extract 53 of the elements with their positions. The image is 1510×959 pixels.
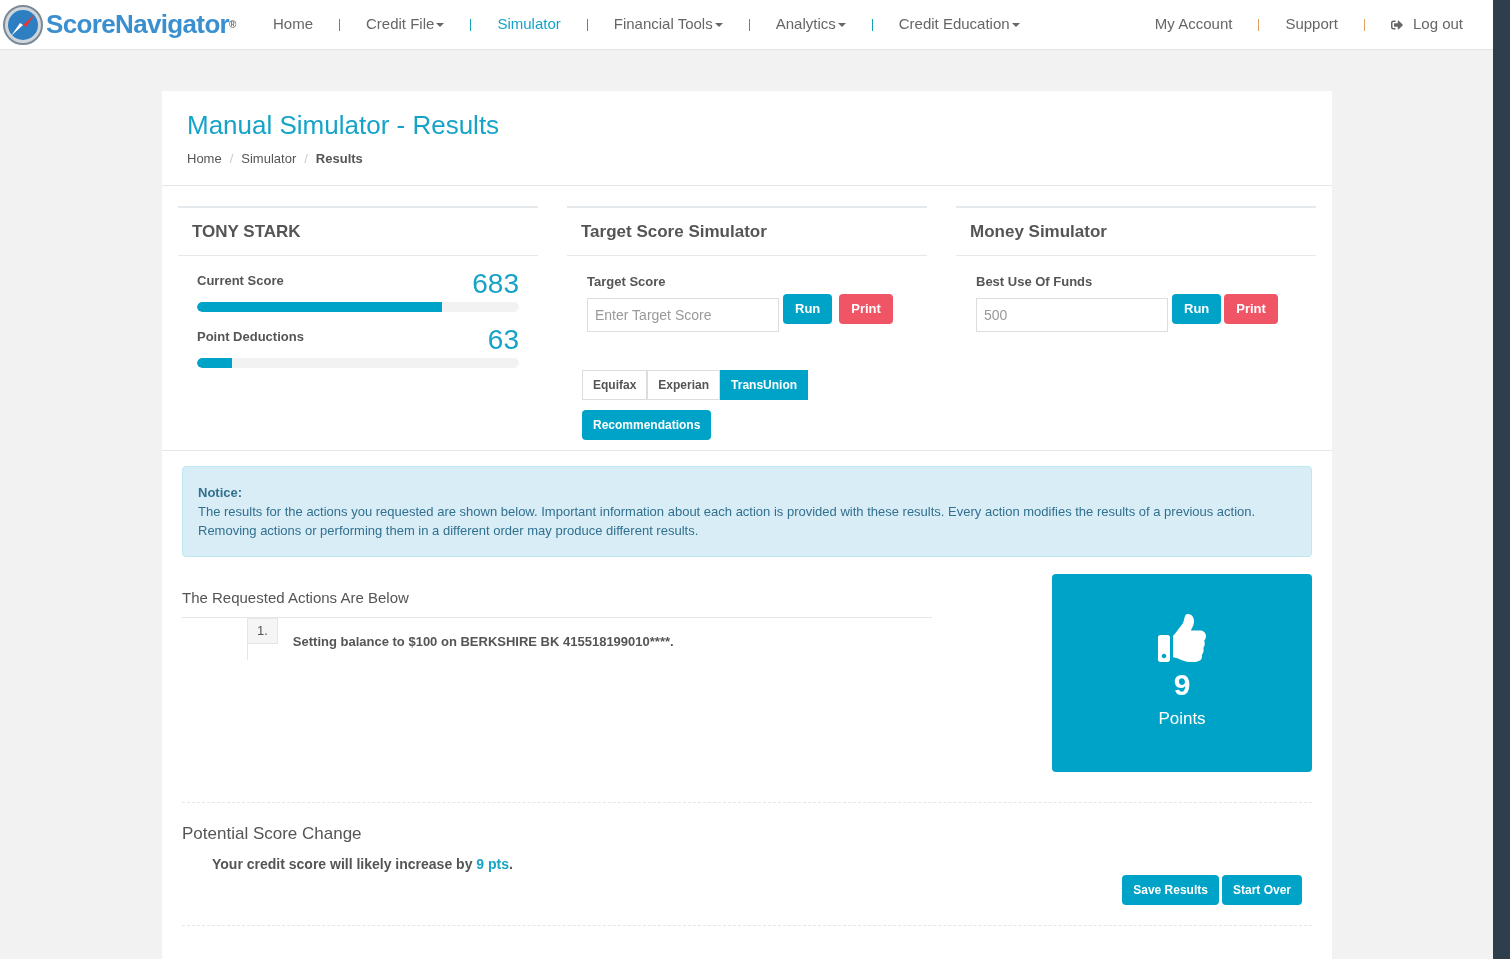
panel-title: TONY STARK: [192, 221, 301, 241]
panel-title: Target Score Simulator: [581, 221, 767, 241]
nav-link[interactable]: Credit File: [366, 13, 445, 36]
target-score-field[interactable]: Enter Target Score: [587, 297, 779, 332]
compass-icon: [3, 4, 43, 45]
caret-icon: [436, 22, 445, 27]
run-button[interactable]: Run: [783, 293, 833, 324]
logo-text: ScoreNavigator$^{®}$: [46, 8, 236, 41]
field-label: Target Score: [587, 273, 666, 291]
score-change-text: Your credit score will likely increase by 9 pts.: [212, 855, 513, 874]
breadcrumb-link[interactable]: Results: [315, 149, 363, 169]
notice-title: Notice:: [198, 483, 243, 502]
notice-text: The results for the actions you requested are shown below. Important information about each action is provided with these results. Every action modifies the results of a previous action. Removing actions or performing them in a different order may produce different results.: [198, 502, 1257, 540]
funds-field[interactable]: 500: [976, 297, 1168, 332]
logout-icon: [1390, 18, 1403, 31]
nav-link[interactable]: My Account: [1154, 13, 1233, 36]
caret-icon: [837, 22, 846, 27]
logout-link[interactable]: Log out: [1390, 13, 1463, 36]
meter-label: Point Deductions: [197, 327, 304, 346]
bureau-tab[interactable]: Equifax: [582, 369, 648, 400]
breadcrumb-link[interactable]: Home: [187, 149, 222, 169]
breadcrumb-separator: /: [304, 150, 308, 168]
action-number: 1.: [247, 618, 278, 644]
save-results-button[interactable]: Save Results: [1122, 875, 1219, 905]
actions-heading: The Requested Actions Are Below: [182, 586, 932, 618]
print-button[interactable]: Print: [839, 293, 893, 324]
nav-link[interactable]: Financial Tools: [613, 13, 723, 36]
result-value: 9: [1173, 667, 1191, 703]
bureau-tab[interactable]: TransUnion: [720, 369, 809, 400]
nav-link[interactable]: Credit Education: [898, 13, 1020, 36]
breadcrumb-link[interactable]: Simulator: [241, 149, 297, 169]
caret-icon: [1011, 22, 1020, 27]
nav-link[interactable]: Home: [273, 13, 313, 36]
nav-link[interactable]: Simulator: [497, 13, 561, 36]
result-unit: Points: [1158, 707, 1206, 730]
page-title: Manual Simulator - Results: [187, 109, 501, 142]
nav-link[interactable]: Support: [1285, 13, 1338, 36]
caret-icon: [714, 22, 723, 27]
meter-value: 63: [487, 326, 519, 354]
nav-link[interactable]: Analytics: [775, 13, 846, 36]
panel-title: Money Simulator: [970, 221, 1107, 241]
start-over-button[interactable]: Start Over: [1221, 875, 1302, 905]
score-change-heading: Potential Score Change: [182, 822, 362, 845]
print-button[interactable]: Print: [1224, 293, 1278, 324]
bureau-tab[interactable]: Experian: [647, 369, 721, 400]
thumbs-up-icon: [1158, 614, 1206, 662]
meter-value: 683: [472, 270, 519, 298]
run-button[interactable]: Run: [1172, 293, 1222, 324]
breadcrumb-separator: /: [229, 150, 234, 168]
field-label: Best Use Of Funds: [976, 273, 1093, 291]
recommendations-button[interactable]: Recommendations: [582, 409, 712, 440]
action-text: Setting balance to $100 on BERKSHIRE BK 415518199010****.: [292, 633, 674, 651]
meter-label: Current Score: [197, 271, 284, 290]
